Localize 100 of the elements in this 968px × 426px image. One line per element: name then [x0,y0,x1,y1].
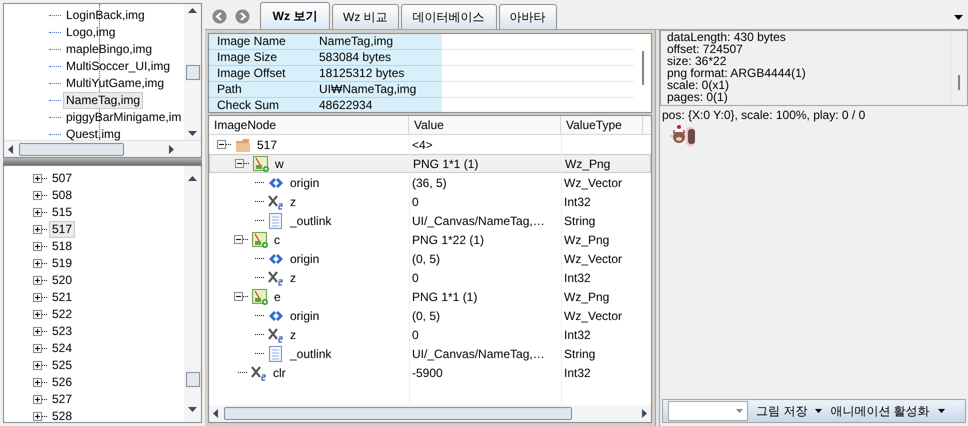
expand-icon[interactable] [33,225,42,234]
horizontal-scrollbar[interactable] [4,140,201,157]
node-name[interactable]: w [275,156,284,172]
tab[interactable]: Wz 보기 [260,2,330,29]
node-item[interactable]: 521 [49,289,76,306]
node-value: -5900 [412,366,443,380]
node-type: Wz_Vector [564,176,622,190]
horizontal-scrollbar[interactable] [209,405,651,422]
file-item[interactable]: MultiYutGame,img [63,75,168,92]
node-name[interactable]: 517 [257,136,278,152]
tab[interactable]: 아바타 [498,4,557,29]
node-item[interactable]: 517 [49,221,76,238]
collapse-icon[interactable] [234,235,243,244]
expand-icon[interactable] [33,327,42,336]
scroll-thumb[interactable] [186,64,200,80]
node-item[interactable]: 518 [49,238,76,255]
vertical-scrollbar[interactable] [184,4,201,140]
node-name[interactable]: clr [273,364,286,380]
scroll-left-icon[interactable] [213,409,218,418]
file-item[interactable]: mapleBingo,img [63,41,156,58]
column-header[interactable]: ImageNode [209,116,409,134]
subscript-x-icon [268,270,284,286]
animation-toggle-button[interactable]: 애니메이션 활성화 [828,402,932,420]
file-item[interactable]: Logo,img [63,24,118,41]
node-item[interactable]: 523 [49,323,76,340]
node-name[interactable]: origin [290,308,320,324]
expand-icon[interactable] [33,412,42,421]
expand-icon[interactable] [33,259,42,268]
node-item[interactable]: 507 [49,170,76,187]
node-name[interactable]: _outlink [290,212,332,228]
scroll-right-icon[interactable] [169,144,174,154]
forward-icon[interactable] [235,8,250,24]
node-item[interactable]: 515 [49,204,76,221]
node-item[interactable]: 527 [49,391,76,408]
node-value: 0 [412,194,419,208]
back-icon[interactable] [212,8,227,24]
vertical-scrollbar[interactable] [184,166,201,422]
collapse-icon[interactable] [217,140,226,149]
node-name[interactable]: origin [290,174,320,190]
scroll-thumb[interactable] [19,142,124,156]
node-name[interactable]: z [290,270,296,286]
node-item[interactable]: 508 [49,187,76,204]
subscript-x-icon [268,194,284,210]
selected-row[interactable]: w PNG 1*1 (1) Wz_Png [209,154,651,173]
file-item[interactable]: piggyBarMinigame,im [63,109,184,126]
expand-icon[interactable] [33,344,42,353]
scroll-down-icon[interactable] [188,407,197,412]
node-value: PNG 1*22 (1) [412,232,484,246]
expand-icon[interactable] [33,310,42,319]
scroll-up-icon[interactable] [188,176,197,181]
node-value: 0 [412,270,419,284]
node-item[interactable]: 526 [49,374,76,391]
scroll-left-icon[interactable] [8,144,13,154]
node-name[interactable]: z [290,326,296,342]
file-item[interactable]: Quest,img [63,126,124,143]
collapse-icon[interactable] [235,159,244,168]
dropdown-icon[interactable] [954,15,963,20]
node-item[interactable]: 524 [49,340,76,357]
expand-icon[interactable] [33,361,42,370]
file-item[interactable]: LoginBack,img [63,7,148,24]
file-item[interactable]: NameTag,img [63,92,144,109]
scroll-thumb[interactable] [642,51,644,85]
scroll-down-icon[interactable] [188,131,198,136]
node-item[interactable]: 522 [49,306,76,323]
node-item[interactable]: 519 [49,255,76,272]
node-name[interactable]: c [274,232,280,248]
expand-icon[interactable] [33,276,42,285]
expand-icon[interactable] [33,395,42,404]
node-item[interactable]: 525 [49,357,76,374]
dropdown-icon[interactable] [938,409,945,413]
column-header[interactable]: Value [409,116,561,134]
dropdown-icon[interactable] [815,409,822,413]
scroll-thumb[interactable] [958,75,960,90]
node-type: Int32 [564,194,591,208]
expand-icon[interactable] [33,242,42,251]
expand-icon[interactable] [33,378,42,387]
node-item[interactable]: 528 [49,408,76,422]
scroll-up-icon[interactable] [188,8,198,13]
combo-box[interactable] [668,401,748,421]
node-name[interactable]: origin [290,250,320,266]
info-label: Image Offset [216,66,286,81]
node-name[interactable]: z [290,194,296,210]
scroll-thumb[interactable] [224,407,572,420]
tab[interactable]: 데이터베이스 [400,4,497,29]
tab[interactable]: Wz 비교 [332,4,399,29]
file-item[interactable]: MultiSoccer_UI,img [63,58,174,75]
expand-icon[interactable] [33,293,42,302]
expand-icon[interactable] [33,191,42,200]
node-item[interactable]: 520 [49,272,76,289]
column-header[interactable]: ValueType [561,116,643,134]
node-name[interactable]: e [274,288,281,304]
info-value: 583084 bytes [318,50,392,65]
save-image-button[interactable]: 그림 저장 [754,402,810,420]
collapse-icon[interactable] [234,292,243,301]
expand-icon[interactable] [33,208,42,217]
scroll-thumb[interactable] [186,372,200,387]
dropdown-icon [736,409,743,413]
expand-icon[interactable] [33,174,42,183]
node-name[interactable]: _outlink [290,346,332,362]
scroll-right-icon[interactable] [642,409,647,418]
